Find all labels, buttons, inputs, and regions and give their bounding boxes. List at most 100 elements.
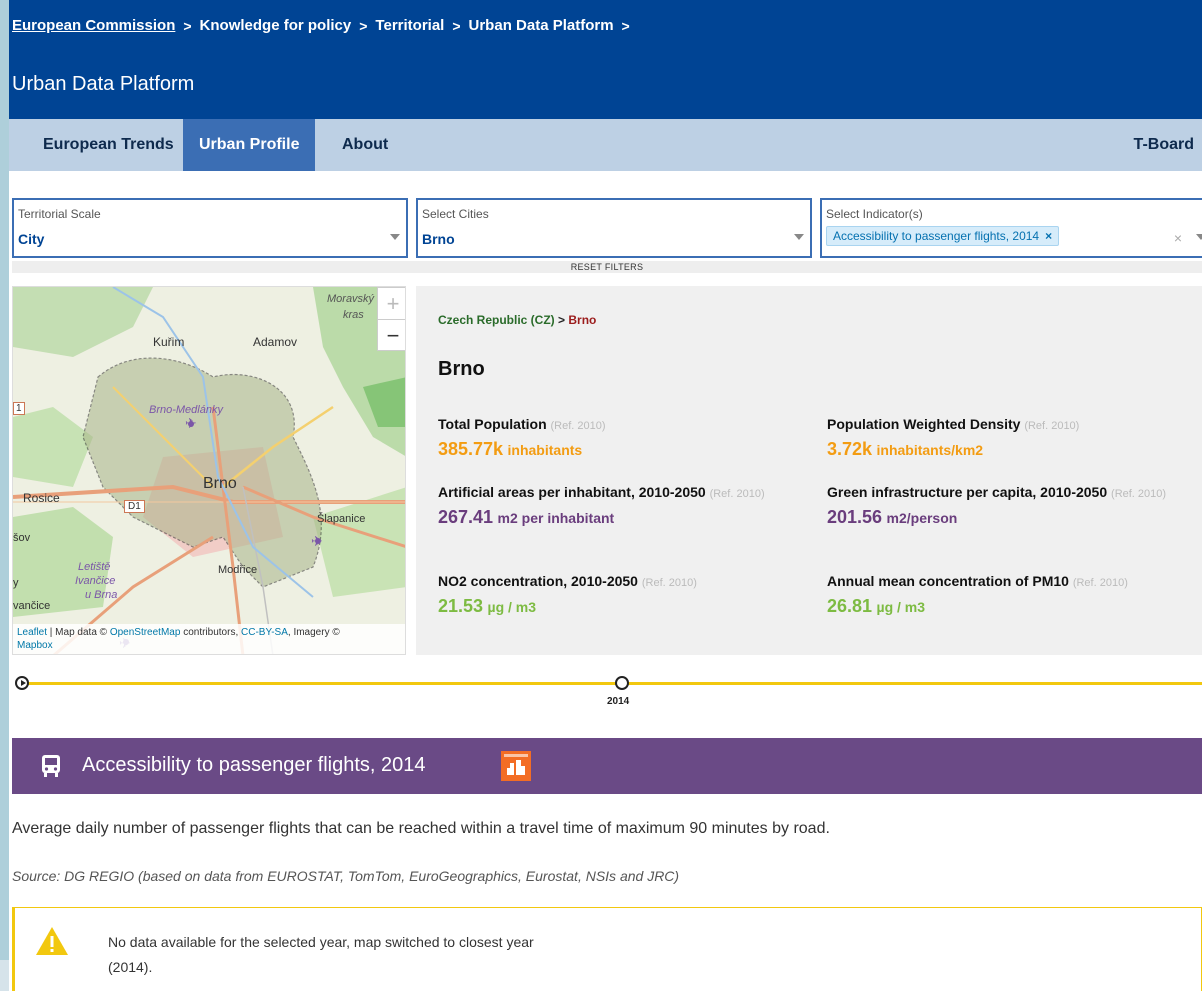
map-label-letiste: Letiště [78, 561, 111, 573]
breadcrumb-territorial[interactable]: Territorial [375, 17, 444, 34]
chevron-down-icon [1196, 234, 1202, 240]
chevron-down-icon [390, 234, 400, 240]
map-label-brno: Brno [203, 475, 237, 492]
map-label-kurim: Kuřim [153, 335, 185, 349]
country-link[interactable]: Czech Republic (CZ) [438, 313, 555, 327]
indicator-artificial-areas: Artificial areas per inhabitant, 2010-20… [438, 484, 788, 528]
map-attribution: Leaflet | Map data © OpenStreetMap contr… [13, 624, 405, 654]
indicator-ref: (Ref. 2010) [1024, 420, 1080, 432]
city-profile-panel: Czech Republic (CZ) > Brno Brno Total Po… [416, 286, 1202, 655]
breadcrumb-separator: > [183, 17, 192, 34]
timeline-year-marker[interactable] [615, 676, 629, 690]
indicator-source: Source: DG REGIO (based on data from EUR… [12, 868, 680, 884]
sdg-11-icon[interactable] [501, 751, 531, 781]
territorial-scale-label: Territorial Scale [18, 207, 101, 221]
play-icon[interactable] [15, 676, 29, 690]
indicator-unit: m2 per inhabitant [497, 510, 615, 526]
indicator-unit: µg / m3 [876, 599, 926, 615]
map-label-slapanice: Šlapanice [317, 513, 366, 525]
warning-icon [36, 927, 68, 955]
openstreetmap-link[interactable]: OpenStreetMap [110, 627, 181, 638]
leaflet-link[interactable]: Leaflet [17, 627, 47, 638]
territorial-scale-value: City [18, 231, 45, 247]
tab-about[interactable]: About [326, 119, 404, 171]
map-label-1: 1 [13, 402, 25, 415]
indicator-no2: NO2 concentration, 2010-2050 (Ref. 2010)… [438, 573, 798, 617]
select-indicators[interactable]: Select Indicator(s) Accessibility to pas… [820, 198, 1202, 258]
timeline-year-label: 2014 [607, 696, 630, 707]
map-tiles [13, 287, 405, 654]
breadcrumb-urban-data-platform[interactable]: Urban Data Platform [469, 17, 614, 34]
tab-european-trends[interactable]: European Trends [27, 119, 190, 171]
main-nav: European Trends Urban Profile About T-Bo… [9, 119, 1202, 171]
site-header: European Commission > Knowledge for poli… [9, 0, 1202, 119]
alert-message-line: (2014). [108, 959, 153, 975]
zoom-out-button[interactable]: − [378, 319, 405, 351]
indicator-ref: (Ref. 2010) [1111, 488, 1167, 500]
location-separator: > [558, 313, 566, 327]
territorial-scale-select[interactable]: Territorial Scale City [12, 198, 408, 258]
city-link[interactable]: Brno [568, 313, 596, 327]
select-cities[interactable]: Select Cities Brno [416, 198, 812, 258]
indicator-pm10: Annual mean concentration of PM10 (Ref. … [827, 573, 1202, 617]
map-label-kras: kras [343, 309, 364, 321]
city-title: Brno [438, 358, 485, 380]
cc-by-sa-link[interactable]: CC-BY-SA [241, 627, 288, 638]
breadcrumb-separator: > [452, 17, 461, 34]
breadcrumb-knowledge-for-policy[interactable]: Knowledge for policy [200, 17, 352, 34]
breadcrumb-european-commission[interactable]: European Commission [12, 17, 175, 34]
indicator-unit: inhabitants/km2 [876, 442, 984, 458]
map-label-ivancice: Ivančice [75, 575, 116, 587]
zoom-control: + − [377, 287, 405, 351]
indicator-name: Artificial areas per inhabitant, 2010-20… [438, 484, 706, 500]
map-label-moravsky: Moravský [327, 293, 375, 305]
zoom-in-button[interactable]: + [378, 288, 405, 319]
map-label-modrice: Modřice [218, 564, 258, 576]
indicator-ref: (Ref. 2010) [1072, 577, 1128, 589]
map-label-rosice: Rosice [23, 491, 60, 505]
indicator-name: NO2 concentration, 2010-2050 [438, 573, 638, 589]
city-map[interactable]: Moravský kras Kuřim Adamov Brno-Medlánky… [12, 286, 406, 655]
tab-t-board[interactable]: T-Board [1118, 119, 1202, 171]
map-label-d1: D1 [124, 500, 145, 513]
airport-icon: ✈ [311, 533, 323, 549]
attribution-text: contributors, [180, 627, 242, 638]
indicator-name: Annual mean concentration of PM10 [827, 573, 1069, 589]
map-label-vancice: vančice [13, 600, 51, 612]
alert-message-line: No data available for the selected year,… [108, 934, 534, 950]
indicator-name: Green infrastructure per capita, 2010-20… [827, 484, 1108, 500]
indicator-population-density: Population Weighted Density (Ref. 2010) … [827, 416, 1187, 460]
breadcrumb-separator: > [621, 17, 630, 34]
page: European Commission > Knowledge for poli… [9, 0, 1202, 991]
map-label-y: y [13, 577, 19, 589]
indicator-unit: inhabitants [507, 442, 583, 458]
indicator-total-population: Total Population (Ref. 2010) 385.77k inh… [438, 416, 798, 460]
indicator-value: 26.81 [827, 596, 873, 616]
no-data-alert: No data available for the selected year,… [12, 907, 1202, 991]
indicator-header: Accessibility to passenger flights, 2014 [12, 738, 1202, 794]
year-timeline: 2014 [9, 672, 1202, 712]
select-indicators-label: Select Indicator(s) [826, 207, 923, 221]
indicator-value: 21.53 [438, 596, 484, 616]
chip-remove-icon[interactable]: × [1045, 229, 1052, 243]
clear-icon[interactable]: × [1174, 230, 1182, 246]
app-title: Urban Data Platform [12, 73, 195, 95]
timeline-track[interactable] [23, 682, 1202, 685]
mapbox-link[interactable]: Mapbox [17, 640, 53, 651]
indicator-ref: (Ref. 2010) [550, 420, 606, 432]
airport-icon: ✈ [185, 415, 197, 431]
reset-filters-button[interactable]: RESET FILTERS [12, 261, 1202, 273]
indicator-description: Average daily number of passenger flight… [12, 820, 830, 837]
indicator-chip: Accessibility to passenger flights, 2014… [826, 226, 1060, 246]
attribution-text: , Imagery © [287, 627, 340, 638]
breadcrumb-separator: > [359, 17, 368, 34]
indicator-unit: µg / m3 [487, 599, 537, 615]
left-edge-strip [0, 0, 9, 991]
location-breadcrumb: Czech Republic (CZ) > Brno [438, 313, 596, 327]
bus-icon [42, 755, 60, 777]
indicator-name: Total Population [438, 416, 547, 432]
tab-urban-profile[interactable]: Urban Profile [183, 119, 316, 171]
indicator-ref: (Ref. 2010) [709, 488, 765, 500]
indicator-value: 3.72k [827, 439, 873, 459]
attribution-text: | Map data © [47, 627, 110, 638]
